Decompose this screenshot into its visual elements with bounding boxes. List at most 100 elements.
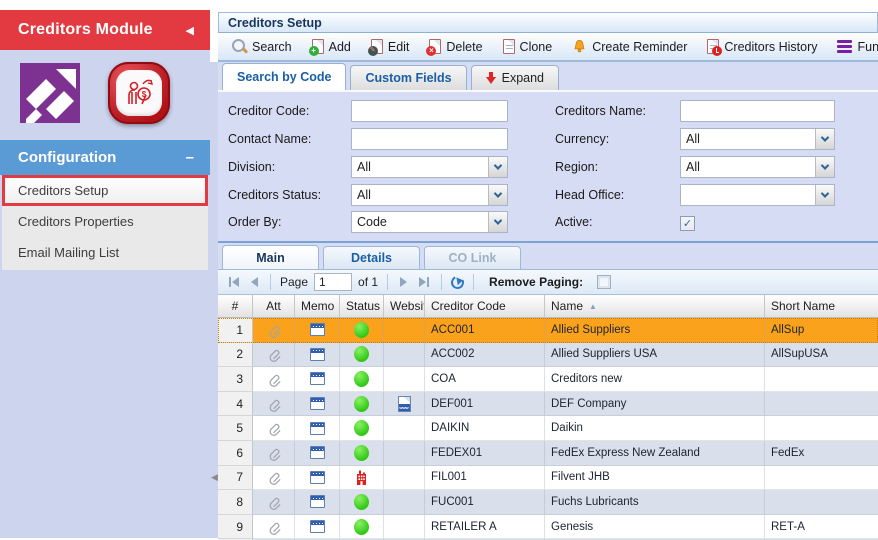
first-page-button[interactable] (226, 277, 242, 287)
website-cell[interactable] (384, 490, 425, 515)
create-reminder-button[interactable]: Create Reminder (564, 35, 695, 59)
tab-details[interactable]: Details (323, 246, 420, 269)
short-name-cell[interactable] (765, 466, 878, 491)
head-office-select[interactable] (680, 184, 835, 206)
name-cell[interactable]: Filvent JHB (545, 466, 765, 491)
column-header-name[interactable]: Name ▲ (545, 295, 765, 317)
tab-main[interactable]: Main (222, 245, 319, 269)
website-cell[interactable] (384, 318, 425, 343)
division-select[interactable]: All (351, 156, 508, 178)
short-name-cell[interactable]: AllSupUSA (765, 343, 878, 368)
creditor-code-cell[interactable]: COA (425, 367, 545, 392)
creditors-name-input[interactable] (680, 100, 835, 122)
memo-cell[interactable] (295, 392, 340, 417)
memo-cell[interactable] (295, 343, 340, 368)
search-button[interactable]: Search (224, 35, 300, 59)
contact-name-input[interactable] (351, 128, 508, 150)
column-header-short-name[interactable]: Short Name (765, 295, 878, 317)
creditor-code-cell[interactable]: FIL001 (425, 466, 545, 491)
table-row[interactable]: 6FEDEX01FedEx Express New ZealandFedEx (218, 441, 878, 466)
configuration-section-header[interactable]: Configuration – (0, 140, 210, 175)
sidebar-item-creditors-setup[interactable]: Creditors Setup (2, 175, 208, 206)
creditor-code-cell[interactable]: FUC001 (425, 490, 545, 515)
name-cell[interactable]: Fuchs Lubricants (545, 490, 765, 515)
next-page-button[interactable] (397, 277, 410, 287)
memo-cell[interactable] (295, 515, 340, 540)
short-name-cell[interactable] (765, 416, 878, 441)
website-cell[interactable] (384, 466, 425, 491)
attachment-cell[interactable] (253, 416, 295, 441)
short-name-cell[interactable] (765, 367, 878, 392)
column-header-memo[interactable]: Memo (295, 295, 340, 317)
creditor-code-cell[interactable]: FEDEX01 (425, 441, 545, 466)
attachment-cell[interactable] (253, 392, 295, 417)
splitter-collapse-icon[interactable]: ◀ (211, 472, 218, 483)
short-name-cell[interactable] (765, 490, 878, 515)
last-page-button[interactable] (416, 277, 432, 287)
short-name-cell[interactable]: RET-A (765, 515, 878, 540)
collapse-sidebar-icon[interactable]: ◀ (186, 24, 194, 37)
creditors-app-icon[interactable]: $ (108, 62, 170, 124)
active-checkbox[interactable]: ✓ (680, 216, 695, 231)
creditor-code-input[interactable] (351, 100, 508, 122)
creditor-code-cell[interactable]: DEF001 (425, 392, 545, 417)
attachment-cell[interactable] (253, 515, 295, 540)
memo-cell[interactable] (295, 318, 340, 343)
name-cell[interactable]: Daikin (545, 416, 765, 441)
table-row[interactable]: 9RETAILER AGenesisRET-A (218, 515, 878, 540)
chevron-down-icon[interactable] (815, 185, 834, 205)
column-header-creditor-code[interactable]: Creditor Code (425, 295, 545, 317)
tab-custom-fields[interactable]: Custom Fields (350, 65, 466, 90)
table-row[interactable]: 2ACC002Allied Suppliers USAAllSupUSA (218, 343, 878, 368)
panel-splitter[interactable]: ◀ (210, 0, 218, 538)
sidebar-item-email-mailing-list[interactable]: Email Mailing List (2, 237, 208, 268)
memo-cell[interactable] (295, 466, 340, 491)
table-row[interactable]: 5DAIKINDaikin (218, 416, 878, 441)
attachment-cell[interactable] (253, 441, 295, 466)
attachment-cell[interactable] (253, 367, 295, 392)
edit-button[interactable]: ✎ Edit (363, 35, 418, 59)
table-row[interactable]: 4DEF001DEF Company (218, 392, 878, 417)
chevron-down-icon[interactable] (815, 157, 834, 177)
creditor-code-cell[interactable]: ACC002 (425, 343, 545, 368)
refresh-icon[interactable] (449, 274, 466, 291)
table-row[interactable]: 1ACC001Allied SuppliersAllSup (218, 318, 878, 343)
website-cell[interactable] (384, 416, 425, 441)
website-cell[interactable] (384, 343, 425, 368)
creditor-code-cell[interactable]: RETAILER A (425, 515, 545, 540)
remove-paging-checkbox[interactable] (597, 275, 611, 289)
table-row[interactable]: 7FIL001Filvent JHB (218, 466, 878, 491)
name-cell[interactable]: Allied Suppliers (545, 318, 765, 343)
currency-select[interactable]: All (680, 128, 835, 150)
clone-button[interactable]: Clone (495, 35, 561, 59)
module-header[interactable]: Creditors Module ◀ (0, 10, 210, 50)
website-cell[interactable] (384, 367, 425, 392)
creditor-code-cell[interactable]: ACC001 (425, 318, 545, 343)
order-by-select[interactable]: Code (351, 211, 508, 233)
memo-cell[interactable] (295, 416, 340, 441)
chevron-down-icon[interactable] (488, 212, 507, 232)
name-cell[interactable]: Allied Suppliers USA (545, 343, 765, 368)
add-button[interactable]: + Add (304, 35, 359, 59)
short-name-cell[interactable] (765, 392, 878, 417)
short-name-cell[interactable]: FedEx (765, 441, 878, 466)
name-cell[interactable]: DEF Company (545, 392, 765, 417)
column-header-num[interactable]: # (218, 295, 253, 317)
short-name-cell[interactable]: AllSup (765, 318, 878, 343)
website-cell[interactable] (384, 392, 425, 417)
expand-button[interactable]: Expand (471, 65, 559, 90)
functions-button[interactable]: Functions (829, 35, 878, 59)
memo-cell[interactable] (295, 441, 340, 466)
memo-cell[interactable] (295, 490, 340, 515)
table-row[interactable]: 3COACreditors new (218, 367, 878, 392)
previous-page-button[interactable] (248, 277, 261, 287)
section-collapse-icon[interactable]: – (186, 149, 194, 166)
creditor-code-cell[interactable]: DAIKIN (425, 416, 545, 441)
tab-search-by-code[interactable]: Search by Code (222, 63, 346, 90)
website-cell[interactable] (384, 515, 425, 540)
creditors-status-select[interactable]: All (351, 184, 508, 206)
name-cell[interactable]: Creditors new (545, 367, 765, 392)
creditors-history-button[interactable]: Creditors History (699, 35, 825, 59)
page-number-input[interactable]: 1 (314, 273, 352, 291)
column-header-att[interactable]: Att (253, 295, 295, 317)
